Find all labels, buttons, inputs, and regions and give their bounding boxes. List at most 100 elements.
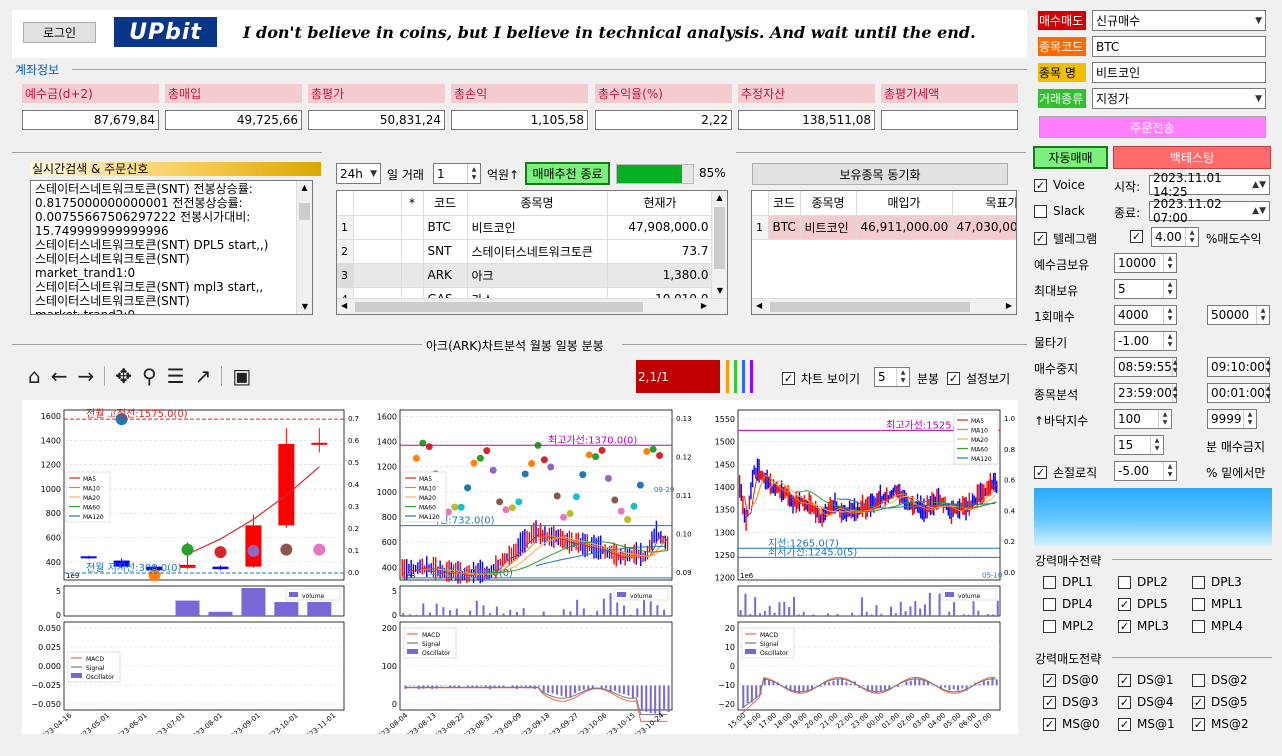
home-icon[interactable]: ⌂ [28, 366, 41, 386]
column-header[interactable]: 종목명 [800, 191, 857, 216]
column-header[interactable]: 코드 [768, 191, 801, 216]
water-spinner[interactable]: -1.00 ▲ ▼ [1114, 331, 1177, 351]
strategy-checkbox[interactable]: DPL4 [1043, 597, 1093, 611]
slack-checkbox[interactable]: Slack [1034, 204, 1085, 218]
spin-down-icon[interactable]: ▼ [1266, 393, 1271, 401]
scroll-up-icon[interactable]: ▲ [297, 181, 312, 195]
account-field-value[interactable]: 50,831,24 [308, 110, 445, 130]
spin-down-icon[interactable]: ▼ [1190, 237, 1195, 245]
table-row[interactable]: 2SNT스테이터스네트워크토큰73.77( [337, 239, 727, 264]
scroll-right-icon[interactable]: ▶ [701, 301, 707, 310]
recommend-table[interactable]: *코드종목명현재가목표가 1BTC비트코인47,908,000.0(2SNT스테… [336, 190, 728, 315]
spin-up-icon[interactable]: ▲ [1168, 463, 1173, 471]
spin-up-icon[interactable]: ▲ [472, 166, 477, 174]
strategy-checkbox[interactable]: ✓ MPL3 [1118, 619, 1169, 633]
scroll-up-icon[interactable]: ▲ [712, 191, 727, 205]
zoom-icon[interactable]: ⚲ [142, 366, 157, 386]
strategy-checkbox[interactable]: ✓ DS@0 [1043, 673, 1099, 687]
buy-stop-from[interactable]: 08:59:55 ▲ ▼ [1114, 357, 1178, 377]
signals-scrollbar[interactable]: ▲ ▼ [296, 181, 312, 314]
sell-rate-spinner[interactable]: 4.00 ▲ ▼ [1151, 227, 1199, 247]
spin-up-icon[interactable]: ▲ [1266, 385, 1271, 393]
voice-checkbox[interactable]: ✓ Voice [1034, 178, 1085, 192]
analyze-from[interactable]: 23:59:00 ▲ ▼ [1114, 383, 1178, 403]
scroll-thumb[interactable] [714, 207, 725, 269]
telegram-checkbox[interactable]: ✓ 텔레그램 [1034, 230, 1097, 247]
code-input[interactable]: BTC [1092, 36, 1266, 57]
column-header[interactable]: 코드 [423, 191, 468, 216]
table-row[interactable]: 1BTC비트코인47,908,000.0( [337, 215, 727, 240]
max-hold-spinner[interactable]: 5 ▲ ▼ [1114, 279, 1177, 299]
strategy-checkbox[interactable]: ✓ MS@2 [1192, 717, 1249, 731]
name-input[interactable]: 비트코인 [1092, 62, 1266, 83]
account-field-value[interactable]: 2,22 [595, 110, 732, 130]
column-header[interactable] [752, 191, 769, 216]
configure-subplots-icon[interactable]: ☰ [167, 366, 185, 386]
spin-down-icon[interactable]: ▼ [1163, 419, 1168, 427]
strategy-checkbox[interactable]: ✓ MS@0 [1043, 717, 1100, 731]
strategy-checkbox[interactable]: ✓ DS@4 [1118, 695, 1174, 709]
account-field-value[interactable]: 1,105,58 [451, 110, 588, 130]
order-send-button[interactable]: 주문전송 [1039, 116, 1266, 138]
column-header[interactable]: 목표가 [952, 191, 1016, 216]
buy-stop-to[interactable]: 09:10:00 ▲ ▼ [1207, 357, 1271, 377]
spin-down-icon[interactable]: ▼ [1248, 419, 1253, 427]
bottom-from[interactable]: 100 ▲ ▼ [1114, 409, 1172, 429]
spin-up-icon[interactable]: ▲ [1168, 255, 1173, 263]
stoploss-spinner[interactable]: -5.00 ▲ ▼ [1114, 461, 1177, 481]
spin-down-icon[interactable]: ▼ [1168, 263, 1173, 271]
spin-up-icon[interactable]: ▲ [901, 369, 906, 377]
spin-up-icon[interactable]: ▲ [1266, 359, 1271, 367]
holdings-table[interactable]: 코드 종목명 매입가 목표가 1 BTC 비트코인 46,911,000.00 47,030,… [751, 190, 1017, 315]
spin-up-icon[interactable]: ▲ [1155, 437, 1160, 445]
edit-axis-icon[interactable]: ↗ [195, 366, 212, 386]
strategy-checkbox[interactable]: MPL4 [1192, 619, 1243, 633]
account-field-value[interactable] [881, 110, 1018, 130]
spin-up-icon[interactable]: ▲ [1173, 359, 1178, 367]
strategy-checkbox[interactable]: DPL1 [1043, 575, 1093, 589]
spin-down-icon[interactable]: ▼ [1261, 315, 1266, 323]
spin-down-icon[interactable]: ▼ [472, 174, 477, 182]
spin-down-icon[interactable]: ▼ [1173, 393, 1178, 401]
settings-checkbox[interactable]: ✓ 설정보기 [947, 370, 1010, 387]
spin-up-icon[interactable]: ▲ [1190, 229, 1195, 237]
save-icon[interactable]: ▣ [232, 366, 251, 386]
scroll-right-icon[interactable]: ▶ [1006, 301, 1012, 310]
scroll-left-icon[interactable]: ◀ [341, 301, 347, 310]
spin-down-icon[interactable]: ▼ [1168, 289, 1173, 297]
strategy-checkbox[interactable]: ✓ DPL5 [1118, 597, 1168, 611]
back-icon[interactable]: ← [51, 366, 68, 386]
recommend-hscroll[interactable]: ◀ ▶ [337, 298, 727, 314]
recommend-stop-button[interactable]: 매매추천 종료 [525, 162, 610, 185]
column-header[interactable]: 종목명 [467, 191, 608, 216]
spin-down-icon[interactable]: ▼ [1173, 367, 1178, 375]
kind-select[interactable]: 지정가 ▼ [1092, 88, 1266, 109]
spin-down-icon[interactable]: ▼ [1168, 341, 1173, 349]
per-buy-spinner[interactable]: 4000 ▲ ▼ [1114, 305, 1177, 325]
spin-up-icon[interactable]: ▲ [1168, 333, 1173, 341]
spin-up-icon[interactable]: ▲ [1261, 307, 1266, 315]
sync-holdings-button[interactable]: 보유종목 동기화 [752, 163, 1008, 185]
forward-icon[interactable]: → [77, 366, 94, 386]
account-field-value[interactable]: 87,679,84 [22, 110, 159, 130]
backtest-button[interactable]: 백테스팅 [1113, 146, 1271, 169]
recommend-vscroll[interactable]: ▲ ▼ [711, 191, 727, 298]
per-buy-spinner-2[interactable]: 50000 ▲ ▼ [1207, 305, 1270, 325]
spin-up-icon[interactable]: ▲ [1168, 307, 1173, 315]
spin-icon[interactable]: ▲▼ [1252, 180, 1266, 190]
spin-down-icon[interactable]: ▼ [1168, 471, 1173, 479]
auto-trade-button[interactable]: 자동매매 [1033, 146, 1108, 169]
strategy-checkbox[interactable]: MPL1 [1192, 597, 1243, 611]
bottom-to[interactable]: 9999 ▲ ▼ [1207, 409, 1257, 429]
pan-icon[interactable]: ✥ [115, 366, 132, 386]
spin-up-icon[interactable]: ▲ [1173, 385, 1178, 393]
spin-down-icon[interactable]: ▼ [1266, 367, 1271, 375]
account-field-value[interactable]: 138,511,08 [738, 110, 875, 130]
login-button[interactable]: 로그인 [23, 22, 96, 43]
scroll-thumb[interactable] [299, 203, 310, 220]
chart-canvas[interactable]: 400 600 800 1000 1200 1400 1600 0.0 0.1 0.2 0.3 0.4… [22, 400, 1018, 734]
sell-rate-checkbox[interactable]: ✓ [1130, 230, 1149, 243]
scroll-left-icon[interactable]: ◀ [756, 301, 762, 310]
column-header[interactable]: 현재가 [607, 191, 714, 216]
strategy-checkbox[interactable]: ✓ DS@1 [1118, 673, 1174, 687]
